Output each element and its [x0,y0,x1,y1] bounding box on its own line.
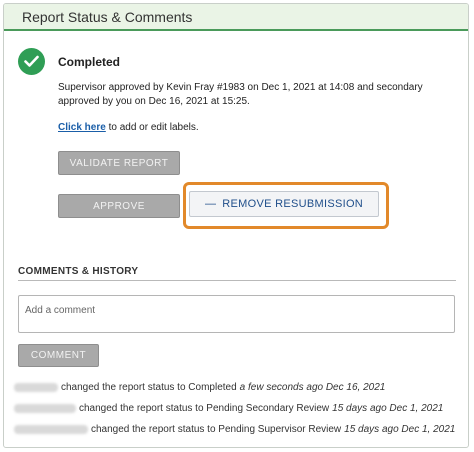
history-text: changed the report status to Pending Sec… [79,403,330,414]
panel-header: Report Status & Comments [4,4,468,31]
history-item: changed the report status to Completed a… [14,382,385,393]
panel-title: Report Status & Comments [22,8,193,25]
history-time: 15 days ago Dec 1, 2021 [344,424,456,435]
history-text: changed the report status to Pending Sup… [91,424,342,435]
comment-input[interactable] [18,295,455,333]
history-time: 15 days ago Dec 1, 2021 [332,403,444,414]
comments-history-heading: COMMENTS & HISTORY [18,266,139,277]
history-text: changed the report status to Completed [61,382,237,393]
remove-resubmission-button[interactable]: — REMOVE RESUBMISSION [189,191,379,217]
redacted-user-name [14,404,76,413]
comment-button[interactable]: COMMENT [18,344,99,367]
labels-text: to add or edit labels. [105,122,199,133]
labels-line: Click here to add or edit labels. [58,122,199,133]
edit-labels-link[interactable]: Click here [58,122,106,133]
remove-resubmission-label: REMOVE RESUBMISSION [222,198,364,210]
history-time: a few seconds ago Dec 16, 2021 [239,382,386,393]
status-description: Supervisor approved by Kevin Fray #1983 … [58,82,423,107]
redacted-user-name [14,425,88,434]
history-item: changed the report status to Pending Sup… [14,424,455,435]
redacted-user-name [14,383,58,392]
minus-icon: — [204,198,217,210]
history-item: changed the report status to Pending Sec… [14,403,443,414]
status-title: Completed [58,55,121,69]
approve-button[interactable]: APPROVE [58,194,180,218]
validate-report-button[interactable]: VALIDATE REPORT [58,151,180,175]
section-divider [18,280,456,281]
check-circle-icon [18,48,45,75]
report-status-panel: Report Status & Comments Completed Super… [3,3,469,448]
